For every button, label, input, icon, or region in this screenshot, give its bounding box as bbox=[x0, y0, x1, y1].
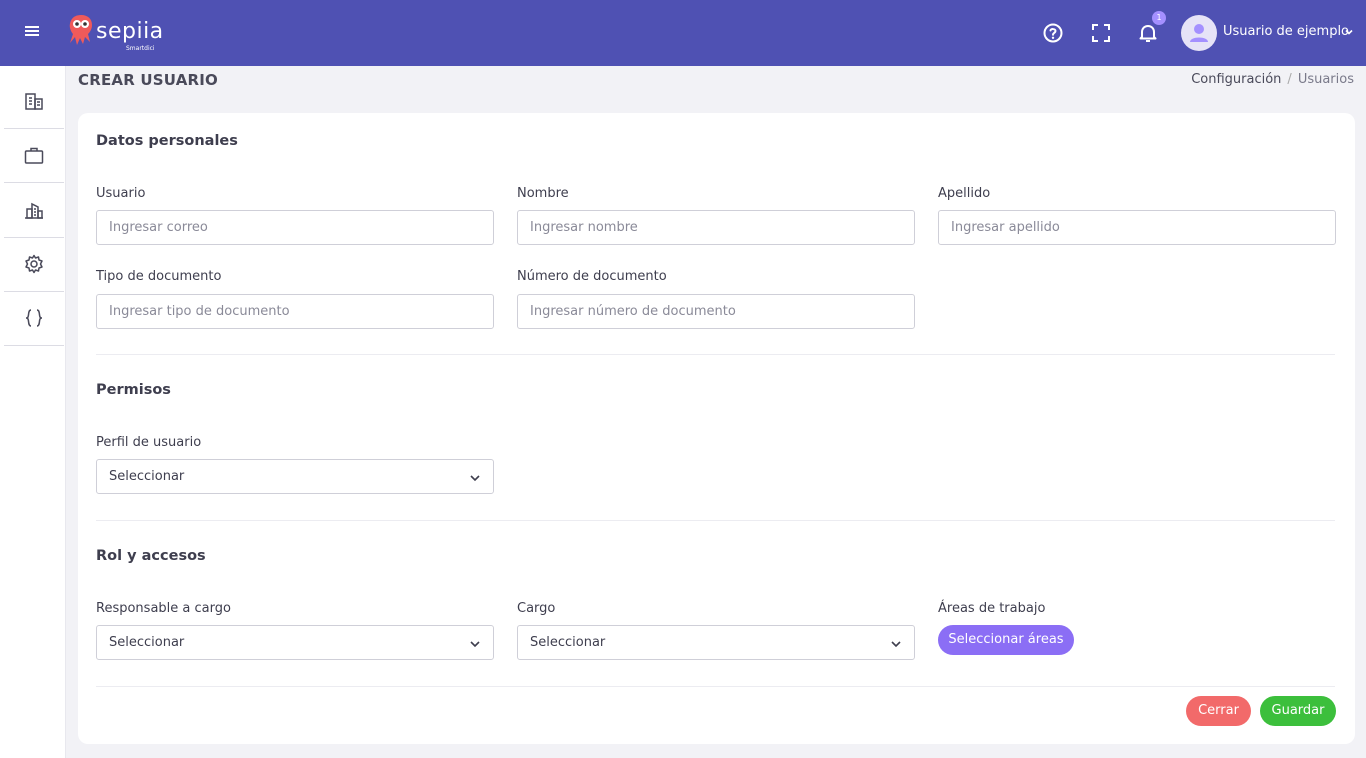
apellido-label: Apellido bbox=[938, 186, 991, 201]
notification-badge: 1 bbox=[1152, 11, 1166, 25]
cargo-label: Cargo bbox=[517, 601, 556, 616]
user-avatar-icon[interactable] bbox=[1181, 15, 1217, 51]
brand-logo[interactable]: sepiia Smartdici bbox=[66, 13, 176, 55]
octopus-logo-icon bbox=[69, 15, 92, 45]
responsable-select[interactable]: Seleccionar bbox=[96, 625, 494, 660]
tipo-documento-label: Tipo de documento bbox=[96, 269, 222, 284]
nombre-label: Nombre bbox=[517, 186, 569, 201]
section-divider bbox=[96, 686, 1335, 687]
create-user-form: Datos personales Usuario Nombre Apellido… bbox=[78, 113, 1355, 744]
briefcase-icon bbox=[24, 147, 44, 164]
building-icon bbox=[25, 93, 43, 110]
user-name[interactable]: Usuario de ejemplo bbox=[1223, 24, 1349, 39]
usuario-label: Usuario bbox=[96, 186, 146, 201]
breadcrumb-separator: / bbox=[1287, 72, 1292, 87]
brand-name: sepiia bbox=[96, 19, 164, 44]
perfil-usuario-label: Perfil de usuario bbox=[96, 435, 202, 450]
code-braces-icon bbox=[25, 309, 43, 327]
help-icon[interactable] bbox=[1041, 21, 1065, 45]
chevron-down-icon bbox=[891, 641, 901, 648]
page-title: CREAR USUARIO bbox=[78, 71, 218, 89]
top-navbar: sepiia Smartdici 1 Usuario de ejemplo bbox=[0, 0, 1366, 66]
gear-icon bbox=[25, 254, 43, 274]
chevron-down-icon bbox=[470, 475, 480, 482]
fullscreen-icon[interactable] bbox=[1089, 21, 1113, 45]
responsable-label: Responsable a cargo bbox=[96, 601, 231, 616]
section-divider bbox=[96, 520, 1335, 521]
numero-documento-input[interactable] bbox=[517, 294, 915, 329]
tipo-documento-input[interactable] bbox=[96, 294, 494, 329]
chevron-down-icon bbox=[470, 641, 480, 648]
save-button[interactable]: Guardar bbox=[1260, 696, 1336, 726]
cargo-select[interactable]: Seleccionar bbox=[517, 625, 915, 660]
select-areas-button[interactable]: Seleccionar áreas bbox=[938, 625, 1074, 655]
sidebar-item-city[interactable] bbox=[4, 184, 64, 238]
sidebar-item-building[interactable] bbox=[4, 75, 64, 129]
brand-tagline: Smartdici bbox=[126, 45, 155, 52]
menu-icon[interactable] bbox=[22, 21, 42, 41]
usuario-input[interactable] bbox=[96, 210, 494, 245]
nombre-input[interactable] bbox=[517, 210, 915, 245]
breadcrumb-usuarios: Usuarios bbox=[1297, 72, 1354, 87]
sidebar bbox=[0, 66, 66, 758]
sidebar-item-settings[interactable] bbox=[4, 238, 64, 292]
areas-label: Áreas de trabajo bbox=[938, 601, 1046, 616]
cargo-value: Seleccionar bbox=[530, 635, 606, 650]
breadcrumb-configuracion[interactable]: Configuración bbox=[1191, 72, 1281, 87]
city-icon bbox=[25, 202, 43, 219]
breadcrumb: Configuración / Usuarios bbox=[1191, 72, 1354, 87]
section-title-personal: Datos personales bbox=[96, 133, 238, 149]
section-divider bbox=[96, 354, 1335, 355]
perfil-usuario-value: Seleccionar bbox=[109, 469, 185, 484]
perfil-usuario-select[interactable]: Seleccionar bbox=[96, 459, 494, 494]
chevron-down-icon[interactable] bbox=[1344, 27, 1354, 37]
responsable-value: Seleccionar bbox=[109, 635, 185, 650]
sidebar-item-briefcase[interactable] bbox=[4, 129, 64, 183]
section-title-rol: Rol y accesos bbox=[96, 548, 206, 564]
section-title-permisos: Permisos bbox=[96, 382, 171, 398]
close-button[interactable]: Cerrar bbox=[1186, 696, 1251, 726]
apellido-input[interactable] bbox=[938, 210, 1336, 245]
numero-documento-label: Número de documento bbox=[517, 269, 667, 284]
sidebar-item-code[interactable] bbox=[4, 292, 64, 346]
